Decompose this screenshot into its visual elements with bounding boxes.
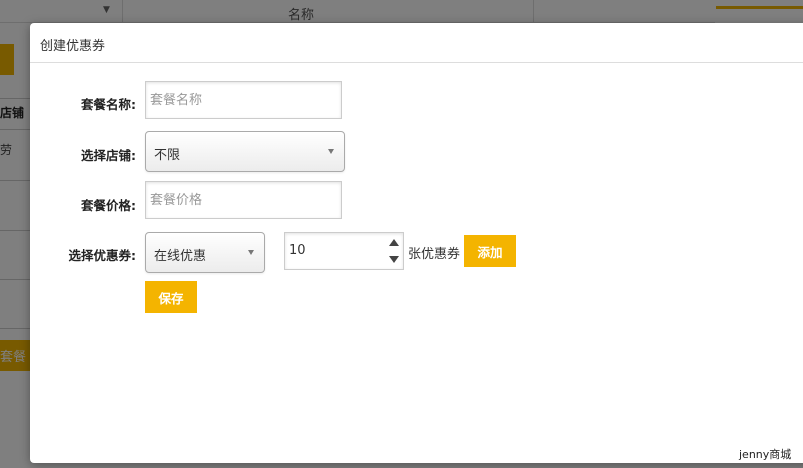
coupon-select-value: 在线优惠 — [154, 249, 207, 264]
footer-brand: jenny商城 — [739, 448, 792, 461]
store-select-value: 不限 — [154, 148, 181, 163]
coupon-select[interactable]: 在线优惠 — [145, 232, 265, 273]
decrement-arrow-icon[interactable] — [389, 256, 399, 263]
increment-arrow-icon[interactable] — [389, 239, 399, 246]
coupon-quantity-value: 10 — [289, 243, 306, 258]
dialog-title: 创建优惠券 — [40, 39, 106, 54]
package-price-input[interactable] — [145, 181, 342, 219]
store-select[interactable]: 不限 — [145, 131, 345, 172]
chevron-down-icon — [328, 149, 334, 154]
package-name-input[interactable] — [145, 81, 342, 119]
add-coupon-button[interactable]: 添加 — [464, 235, 516, 267]
package-price-label: 套餐价格: — [81, 198, 136, 213]
chevron-down-icon — [248, 250, 254, 255]
coupon-unit-text: 张优惠券 — [408, 247, 461, 262]
coupon-quantity-input[interactable]: 10 — [284, 232, 404, 270]
store-label: 选择店铺: — [81, 148, 136, 163]
save-button[interactable]: 保存 — [145, 281, 197, 313]
create-coupon-dialog: 创建优惠券 套餐名称: 选择店铺: 不限 套餐价格: 选择优惠券: 在线优惠 1… — [30, 23, 803, 463]
dialog-header: 创建优惠券 — [30, 23, 803, 63]
package-name-label: 套餐名称: — [81, 97, 136, 112]
coupon-label: 选择优惠券: — [68, 248, 137, 263]
